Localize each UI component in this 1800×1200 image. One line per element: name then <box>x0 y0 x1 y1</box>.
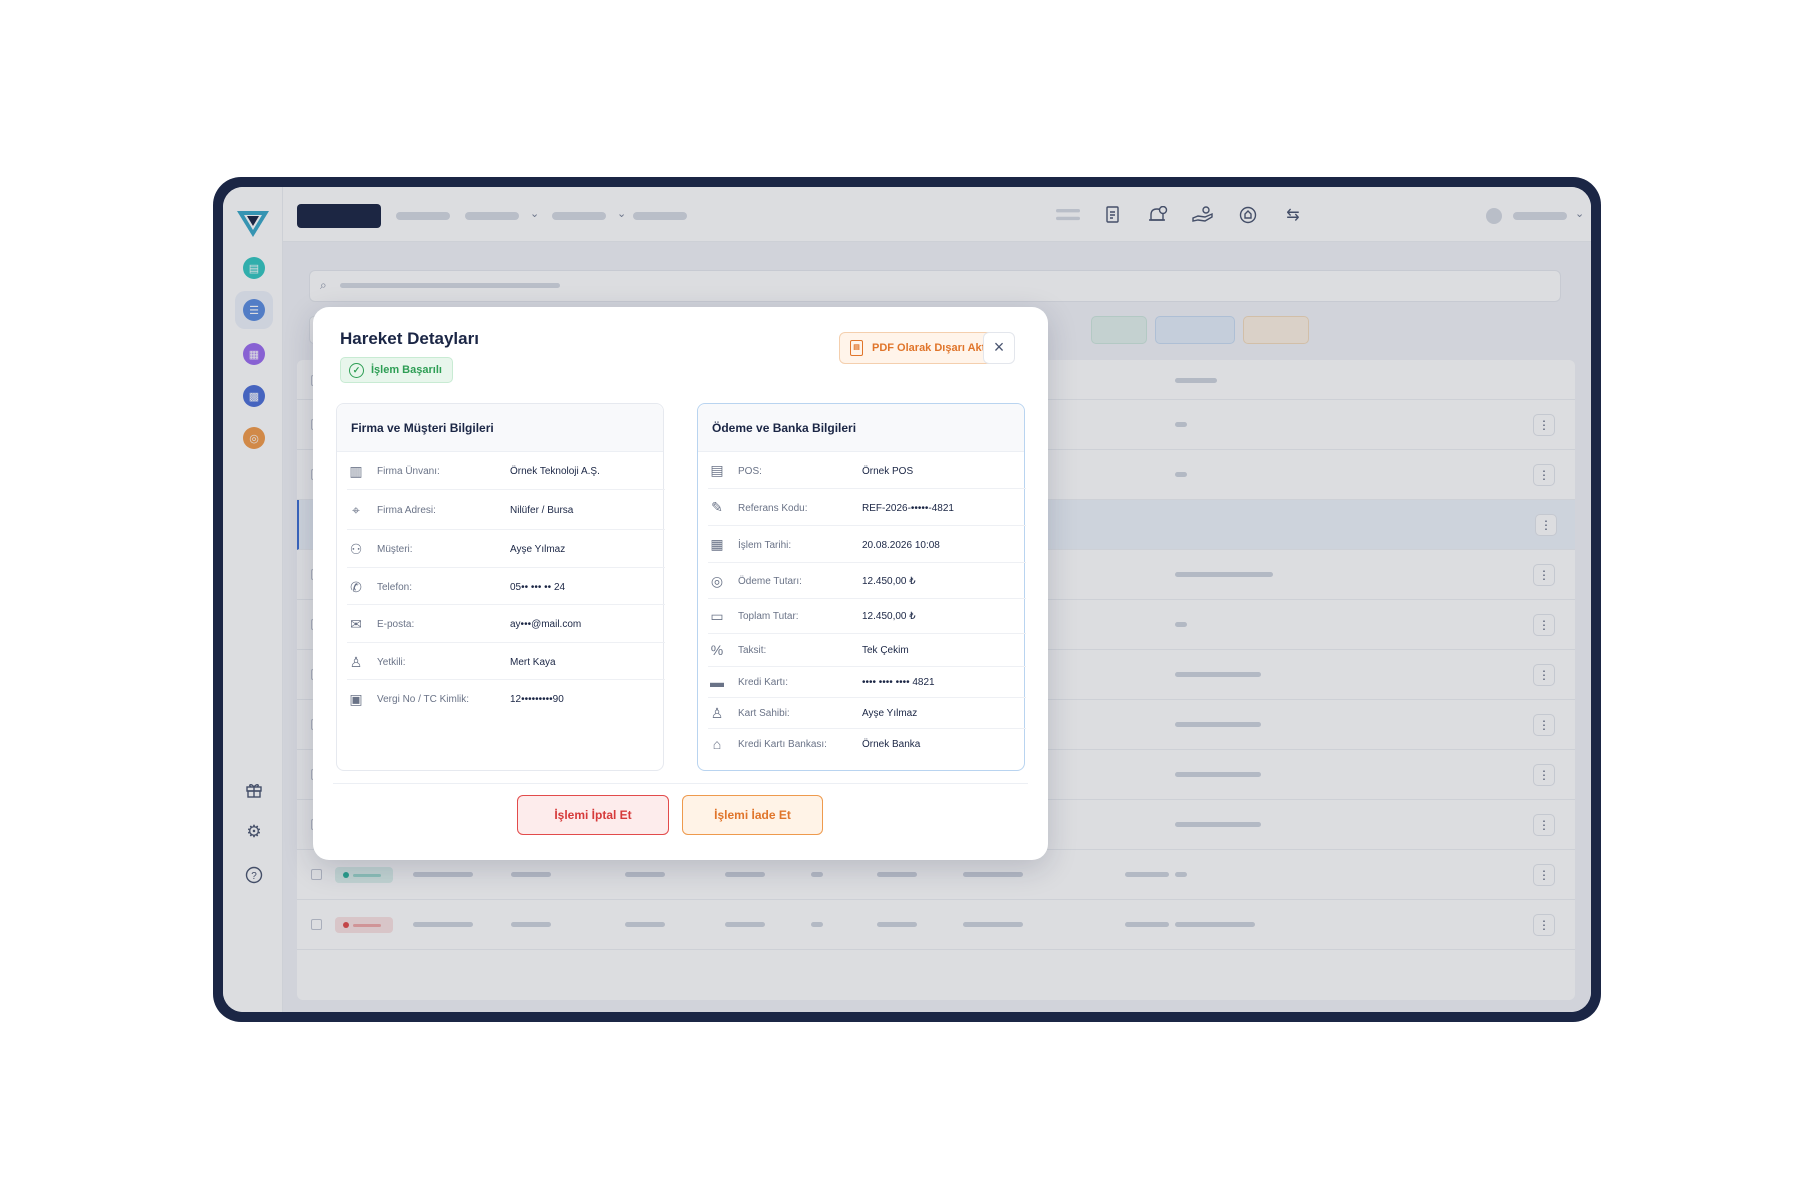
refund-transaction-button[interactable]: İşlemi İade Et <box>682 795 823 835</box>
field-row: ▣ Vergi No / TC Kimlik: 12•••••••••90 <box>347 680 665 718</box>
field-label: Kart Sahibi: <box>738 708 790 719</box>
panel-title: Ödeme ve Banka Bilgileri <box>712 421 857 435</box>
field-label: POS: <box>738 466 762 477</box>
percent-icon: % <box>710 642 724 658</box>
field-row: ♙ Yetkili: Mert Kaya <box>347 643 665 680</box>
pdf-file-icon: ▤ <box>850 340 863 356</box>
field-value: Örnek Banka <box>862 739 921 750</box>
field-label: Telefon: <box>377 582 413 593</box>
payment-info-panel: Ödeme ve Banka Bilgileri ▤ POS: Örnek PO… <box>697 403 1026 771</box>
field-label: Müşteri: <box>377 544 413 555</box>
users-icon: ⚇ <box>349 540 363 557</box>
location-pin-icon: ⌖ <box>352 501 360 518</box>
field-label: Toplam Tutar: <box>738 611 799 622</box>
user-icon: ♙ <box>710 704 724 721</box>
modal-title: Hareket Detayları <box>340 329 479 348</box>
field-label: Firma Adresi: <box>377 505 436 516</box>
field-row: ⌖ Firma Adresi: Nilüfer / Bursa <box>347 490 665 530</box>
field-value: 20.08.2026 10:08 <box>862 540 940 551</box>
cancel-transaction-button[interactable]: İşlemi İptal Et <box>517 795 669 835</box>
phone-icon: ✆ <box>350 578 362 595</box>
status-badge: ✓ İşlem Başarılı <box>340 357 453 383</box>
field-row: ⌂ Kredi Kartı Bankası: Örnek Banka <box>708 729 1026 760</box>
panel-header: Ödeme ve Banka Bilgileri <box>698 404 1024 452</box>
check-circle-icon: ✓ <box>349 363 364 378</box>
export-pdf-label: PDF Olarak Dışarı Aktar <box>872 342 996 354</box>
credit-card-icon: ▬ <box>710 674 724 690</box>
panel-header: Firma ve Müşteri Bilgileri <box>337 404 663 452</box>
field-row: ✉ E-posta: ay•••@mail.com <box>347 605 665 643</box>
field-row: % Taksit: Tek Çekim <box>708 634 1026 667</box>
id-card-icon: ▣ <box>349 690 363 707</box>
field-row: ▥ Firma Ünvanı: Örnek Teknoloji A.Ş. <box>347 452 665 490</box>
field-label: Ödeme Tutarı: <box>738 576 802 587</box>
bank-icon: ⌂ <box>712 736 722 752</box>
field-label: Taksit: <box>738 645 767 656</box>
field-value: Ayşe Yılmaz <box>510 544 566 555</box>
field-label: Kredi Kartı: <box>738 677 789 688</box>
field-value: Ayşe Yılmaz <box>862 708 918 719</box>
edit-icon: ✎ <box>711 498 723 515</box>
field-label: Firma Ünvanı: <box>377 466 440 477</box>
field-label: Vergi No / TC Kimlik: <box>377 694 470 705</box>
mail-icon: ✉ <box>350 615 362 632</box>
field-value: Örnek POS <box>862 466 914 477</box>
company-info-panel: Firma ve Müşteri Bilgileri ▥ Firma Ünvan… <box>336 403 665 771</box>
field-value: ay•••@mail.com <box>510 619 582 630</box>
field-row: ♙ Kart Sahibi: Ayşe Yılmaz <box>708 698 1026 729</box>
field-row: ⚇ Müşteri: Ayşe Yılmaz <box>347 530 665 568</box>
modal-divider <box>333 783 1028 784</box>
transaction-detail-modal: Hareket Detayları ✓ İşlem Başarılı ▤ PDF… <box>313 307 1048 860</box>
field-label: Referans Kodu: <box>738 503 808 514</box>
close-button[interactable]: × <box>983 332 1015 364</box>
coins-icon: ◎ <box>710 572 724 589</box>
cash-icon: ▭ <box>710 607 724 624</box>
field-value: REF-2026-•••••-4821 <box>862 503 954 514</box>
field-value: 05•• ••• •• 24 <box>510 582 566 593</box>
pos-terminal-icon: ▤ <box>710 461 724 478</box>
field-label: Kredi Kartı Bankası: <box>738 739 827 750</box>
field-row: ◎ Ödeme Tutarı: 12.450,00 ₺ <box>708 563 1026 599</box>
field-row: ▬ Kredi Kartı: •••• •••• •••• 4821 <box>708 667 1026 698</box>
field-value: Mert Kaya <box>510 657 556 668</box>
field-row: ▤ POS: Örnek POS <box>708 452 1026 489</box>
field-value: Tek Çekim <box>862 645 909 656</box>
field-row: ▭ Toplam Tutar: 12.450,00 ₺ <box>708 599 1026 634</box>
field-label: Yetkili: <box>377 657 406 668</box>
export-pdf-button[interactable]: ▤ PDF Olarak Dışarı Aktar <box>839 332 1007 364</box>
user-icon: ♙ <box>349 653 363 670</box>
field-row: ✆ Telefon: 05•• ••• •• 24 <box>347 568 665 605</box>
field-value: •••• •••• •••• 4821 <box>862 677 935 688</box>
status-label: İşlem Başarılı <box>371 364 442 376</box>
field-row: ▦ İşlem Tarihi: 20.08.2026 10:08 <box>708 526 1026 563</box>
field-label: İşlem Tarihi: <box>738 540 792 551</box>
field-value: 12•••••••••90 <box>510 694 564 705</box>
field-label: E-posta: <box>377 619 415 630</box>
field-value: 12.450,00 ₺ <box>862 611 916 622</box>
close-icon: × <box>993 337 1005 357</box>
calendar-icon: ▦ <box>710 535 724 552</box>
field-value: Nilüfer / Bursa <box>510 505 574 516</box>
panel-title: Firma ve Müşteri Bilgileri <box>351 421 494 435</box>
field-row: ✎ Referans Kodu: REF-2026-•••••-4821 <box>708 489 1026 526</box>
field-value: Örnek Teknoloji A.Ş. <box>510 466 600 477</box>
field-value: 12.450,00 ₺ <box>862 576 916 587</box>
building-icon: ▥ <box>349 462 363 479</box>
